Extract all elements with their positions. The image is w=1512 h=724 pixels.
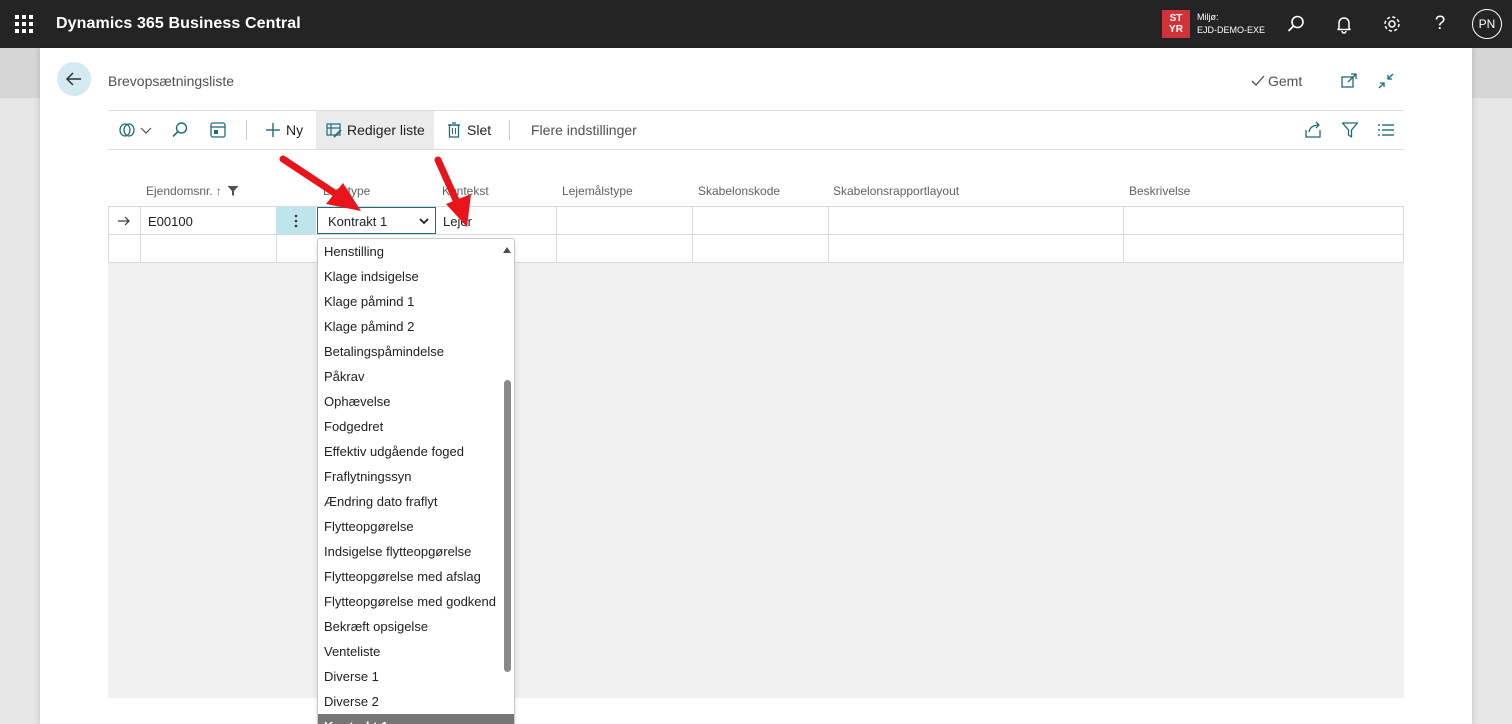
- list-empty-area: [108, 263, 1404, 698]
- dropdown-option[interactable]: Diverse 2: [318, 689, 514, 714]
- arrow-right-icon: [118, 216, 130, 225]
- edit-list-button[interactable]: Rediger liste: [316, 111, 434, 149]
- table-row[interactable]: [108, 234, 1404, 262]
- user-avatar[interactable]: PN: [1472, 9, 1502, 39]
- help-icon: ?: [1434, 13, 1446, 34]
- bell-icon: [1337, 17, 1351, 34]
- dropdown-option[interactable]: Flytteopgørelse med afslag: [318, 564, 514, 589]
- more-options-button[interactable]: Flere indstillinger: [531, 111, 637, 149]
- collapse-icon: [1378, 73, 1394, 89]
- chevron-down-icon: [140, 127, 152, 134]
- dropdown-option[interactable]: Klage påmind 2: [318, 314, 514, 339]
- gear-icon: [1384, 16, 1400, 32]
- plus-icon: [266, 123, 280, 137]
- edit-list-icon: [326, 123, 342, 138]
- filter-icon: [227, 186, 239, 196]
- search-button[interactable]: [1284, 12, 1308, 36]
- property-no-cell[interactable]: E00100: [148, 214, 193, 229]
- table-row[interactable]: E00100 Kontrakt 1 Lejer: [108, 206, 1404, 235]
- checkmark-icon: [1251, 75, 1265, 86]
- column-header-lease-type[interactable]: Lejemålstype: [562, 184, 633, 198]
- column-header-description[interactable]: Beskrivelse: [1129, 184, 1190, 198]
- saved-status: Gemt: [1251, 73, 1302, 89]
- settings-button[interactable]: [1380, 12, 1404, 36]
- dropdown-option[interactable]: Effektiv udgående foged: [318, 439, 514, 464]
- views-icon: [119, 123, 135, 137]
- scroll-up-icon[interactable]: [503, 247, 511, 253]
- app-title[interactable]: Dynamics 365 Business Central: [56, 15, 301, 33]
- environment-indicator[interactable]: ST YR Miljø: EJD-DEMO-EXE: [1162, 10, 1265, 38]
- environment-name: EJD-DEMO-EXE: [1197, 25, 1266, 35]
- dropdown-option[interactable]: Flytteopgørelse: [318, 514, 514, 539]
- filter-button[interactable]: [1341, 111, 1363, 149]
- chevron-down-icon: [419, 218, 429, 225]
- trash-icon: [448, 122, 460, 138]
- dropdown-option[interactable]: Ophævelse: [318, 389, 514, 414]
- action-bar: Ny Rediger liste Slet Flere indstillinge…: [108, 110, 1404, 150]
- dropdown-option[interactable]: Påkrav: [318, 364, 514, 389]
- new-label: Ny: [286, 122, 304, 138]
- dropdown-option[interactable]: Klage indsigelse: [318, 264, 514, 289]
- dropdown-option[interactable]: Flytteopgørelse med godkend: [318, 589, 514, 614]
- share-button[interactable]: [1304, 111, 1326, 149]
- filter-icon: [1341, 122, 1359, 138]
- dropdown-option[interactable]: Fodgedret: [318, 414, 514, 439]
- row-actions-button[interactable]: [276, 207, 316, 235]
- environment-badge: ST YR: [1162, 10, 1190, 38]
- column-header-template-code[interactable]: Skabelonskode: [698, 184, 780, 198]
- current-row-indicator: [108, 207, 140, 234]
- column-header-template-report-layout[interactable]: Skabelonsrapportlayout: [833, 184, 959, 198]
- letter-type-value: Kontrakt 1: [328, 214, 388, 229]
- dropdown-option[interactable]: Ændring dato fraflyt: [318, 489, 514, 514]
- analysis-icon: [210, 122, 226, 138]
- waffle-icon: [15, 15, 33, 33]
- column-header-property-no[interactable]: Ejendomsnr. ↑: [146, 184, 239, 198]
- search-icon: [172, 122, 188, 138]
- dropdown-option[interactable]: Klage påmind 1: [318, 289, 514, 314]
- page-card: Brevopsætningsliste Gemt Ny Rediger list…: [40, 48, 1472, 724]
- collapse-button[interactable]: [1377, 72, 1395, 90]
- dropdown-option[interactable]: Bekræft opsigelse: [318, 614, 514, 639]
- edit-list-label: Rediger liste: [347, 122, 425, 138]
- notifications-button[interactable]: [1332, 12, 1356, 36]
- help-button[interactable]: ?: [1428, 12, 1452, 36]
- search-icon: [1287, 15, 1304, 32]
- open-new-window-button[interactable]: [1340, 72, 1358, 90]
- dropdown-options: Henstilling Klage indsigelse Klage påmind …: [318, 239, 514, 724]
- search-list-button[interactable]: [171, 111, 195, 149]
- list-icon: [1378, 124, 1394, 136]
- letter-type-select[interactable]: Kontrakt 1: [317, 207, 436, 234]
- dropdown-option[interactable]: Kontrakt 1: [318, 714, 514, 724]
- dropdown-option[interactable]: Henstilling: [318, 239, 514, 264]
- new-button[interactable]: Ny: [265, 111, 311, 149]
- column-header-context[interactable]: Kontekst: [442, 184, 489, 198]
- more-vertical-icon: [294, 214, 298, 228]
- context-cell[interactable]: Lejer: [443, 214, 472, 229]
- open-in-new-window-icon: [1341, 73, 1357, 88]
- saved-label: Gemt: [1268, 73, 1303, 89]
- dropdown-option[interactable]: Indsigelse flytteopgørelse: [318, 539, 514, 564]
- delete-button[interactable]: Slet: [446, 111, 491, 149]
- delete-label: Slet: [467, 122, 492, 138]
- analysis-mode-button[interactable]: [209, 111, 233, 149]
- app-bar: Dynamics 365 Business Central ST YR Milj…: [0, 0, 1512, 48]
- list-view-button[interactable]: [1377, 111, 1399, 149]
- dropdown-scrollbar[interactable]: [504, 380, 511, 672]
- dropdown-option[interactable]: Fraflytningssyn: [318, 464, 514, 489]
- app-launcher-button[interactable]: [0, 0, 48, 48]
- environment-label: Miljø:: [1197, 12, 1219, 22]
- column-header-letter-type[interactable]: Brevtype: [323, 184, 370, 198]
- letter-type-dropdown-list[interactable]: Henstilling Klage indsigelse Klage påmind …: [317, 238, 515, 724]
- dropdown-option[interactable]: Venteliste: [318, 639, 514, 664]
- dropdown-option[interactable]: Diverse 1: [318, 664, 514, 689]
- share-icon: [1305, 121, 1321, 138]
- back-button[interactable]: [57, 62, 91, 96]
- sort-ascending-icon: ↑: [215, 184, 222, 198]
- dropdown-option[interactable]: Betalingspåmindelse: [318, 339, 514, 364]
- arrow-left-icon: [65, 72, 81, 86]
- views-button[interactable]: [118, 111, 154, 149]
- page-title: Brevopsætningsliste: [108, 73, 235, 89]
